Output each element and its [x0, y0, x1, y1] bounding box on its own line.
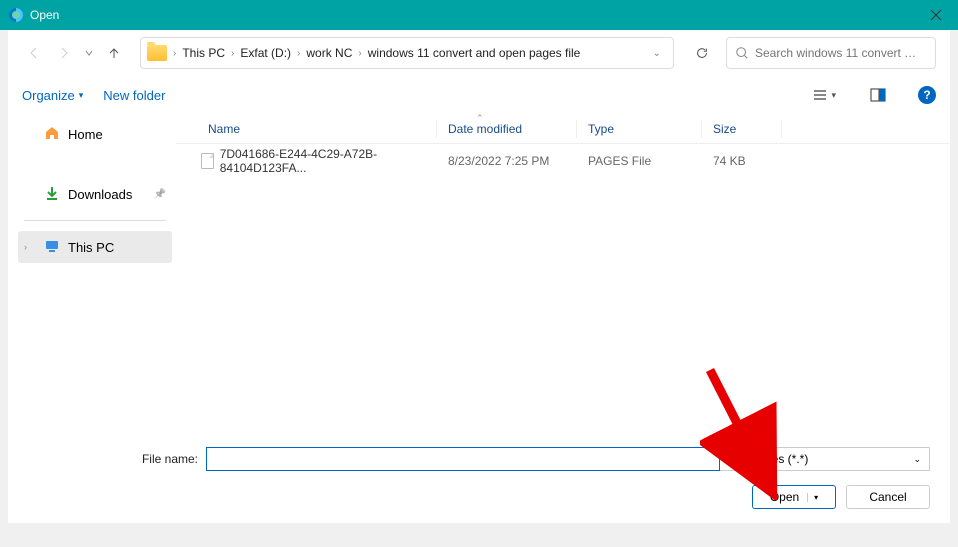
navigation-pane: Home Downloads › This PC: [8, 114, 176, 431]
file-size: 74 KB: [701, 154, 781, 168]
filetype-filter[interactable]: files (*.*) ⌄: [754, 447, 930, 471]
search-icon: [735, 46, 749, 60]
file-type: PAGES File: [576, 154, 701, 168]
chevron-down-icon: ⌄: [913, 454, 921, 465]
titlebar: Open: [0, 0, 958, 30]
search-input[interactable]: [755, 46, 927, 60]
chevron-down-icon: ▾: [79, 90, 84, 101]
close-button[interactable]: [913, 0, 958, 30]
forward-button[interactable]: [52, 41, 76, 65]
column-name[interactable]: Name: [176, 122, 436, 136]
navigation-bar: › This PC › Exfat (D:) › work NC › windo…: [8, 30, 950, 76]
sidebar-item-label: Home: [68, 127, 103, 142]
folder-icon: [147, 45, 167, 61]
sidebar-item-label: Downloads: [68, 187, 132, 202]
chevron-right-icon: ›: [295, 48, 302, 59]
column-headers: ⌃ Name Date modified Type Size: [176, 114, 950, 144]
preview-pane-button[interactable]: [868, 86, 888, 104]
address-dropdown[interactable]: ⌄: [647, 48, 667, 59]
sidebar-item-downloads[interactable]: Downloads: [18, 178, 172, 210]
new-folder-button[interactable]: New folder: [103, 88, 165, 103]
downloads-icon: [44, 185, 60, 204]
column-type[interactable]: Type: [576, 122, 701, 136]
recent-dropdown[interactable]: [82, 41, 96, 65]
breadcrumb-item[interactable]: Exfat (D:): [236, 44, 295, 62]
file-row[interactable]: 7D041686-E244-4C29-A72B-84104D123FA... 8…: [176, 144, 950, 174]
address-bar[interactable]: › This PC › Exfat (D:) › work NC › windo…: [140, 37, 674, 69]
organize-label: Organize: [22, 88, 75, 103]
filter-label: files (*.*): [763, 452, 808, 466]
chevron-right-icon: ›: [229, 48, 236, 59]
filename-label: File name:: [28, 452, 198, 466]
chevron-right-icon: ›: [356, 48, 363, 59]
search-box[interactable]: [726, 37, 936, 69]
chevron-down-icon: ▾: [807, 493, 818, 502]
new-folder-label: New folder: [103, 88, 165, 103]
file-list: ⌃ Name Date modified Type Size 7D041686-…: [176, 114, 950, 431]
sidebar-item-this-pc[interactable]: › This PC: [18, 231, 172, 263]
view-options-button[interactable]: ▾: [810, 86, 838, 104]
open-dialog: › This PC › Exfat (D:) › work NC › windo…: [8, 30, 950, 523]
open-button[interactable]: Open ▾: [752, 485, 836, 509]
home-icon: [44, 125, 60, 144]
column-size[interactable]: Size: [701, 122, 781, 136]
file-icon: [201, 153, 214, 169]
filename-input[interactable]: [206, 447, 720, 471]
refresh-button[interactable]: [688, 39, 716, 67]
breadcrumb-item[interactable]: work NC: [302, 44, 356, 62]
breadcrumb-item[interactable]: windows 11 convert and open pages file: [364, 44, 585, 62]
app-icon: [8, 7, 24, 23]
back-button[interactable]: [22, 41, 46, 65]
cancel-button[interactable]: Cancel: [846, 485, 930, 509]
toolbar: Organize ▾ New folder ▾ ?: [8, 76, 950, 114]
breadcrumb-item[interactable]: This PC: [178, 44, 229, 62]
chevron-down-icon: ▾: [831, 90, 836, 101]
bottom-panel: File name: ⌄ files (*.*) ⌄ Open ▾ Cancel: [8, 431, 950, 523]
chevron-right-icon: ›: [171, 48, 178, 59]
help-button[interactable]: ?: [918, 86, 936, 104]
file-date: 8/23/2022 7:25 PM: [436, 154, 576, 168]
sort-indicator-icon: ⌃: [476, 114, 484, 124]
column-date[interactable]: Date modified: [436, 122, 576, 136]
file-name: 7D041686-E244-4C29-A72B-84104D123FA...: [220, 147, 436, 175]
pc-icon: [44, 238, 60, 257]
organize-menu[interactable]: Organize ▾: [22, 88, 83, 103]
titlebar-title: Open: [30, 8, 59, 22]
main-area: Home Downloads › This PC ⌃: [8, 114, 950, 431]
chevron-right-icon: ›: [24, 242, 36, 252]
filename-dropdown[interactable]: ⌄: [720, 447, 738, 471]
sidebar-item-label: This PC: [68, 240, 114, 255]
up-button[interactable]: [102, 41, 126, 65]
sidebar-item-home[interactable]: Home: [18, 118, 172, 150]
